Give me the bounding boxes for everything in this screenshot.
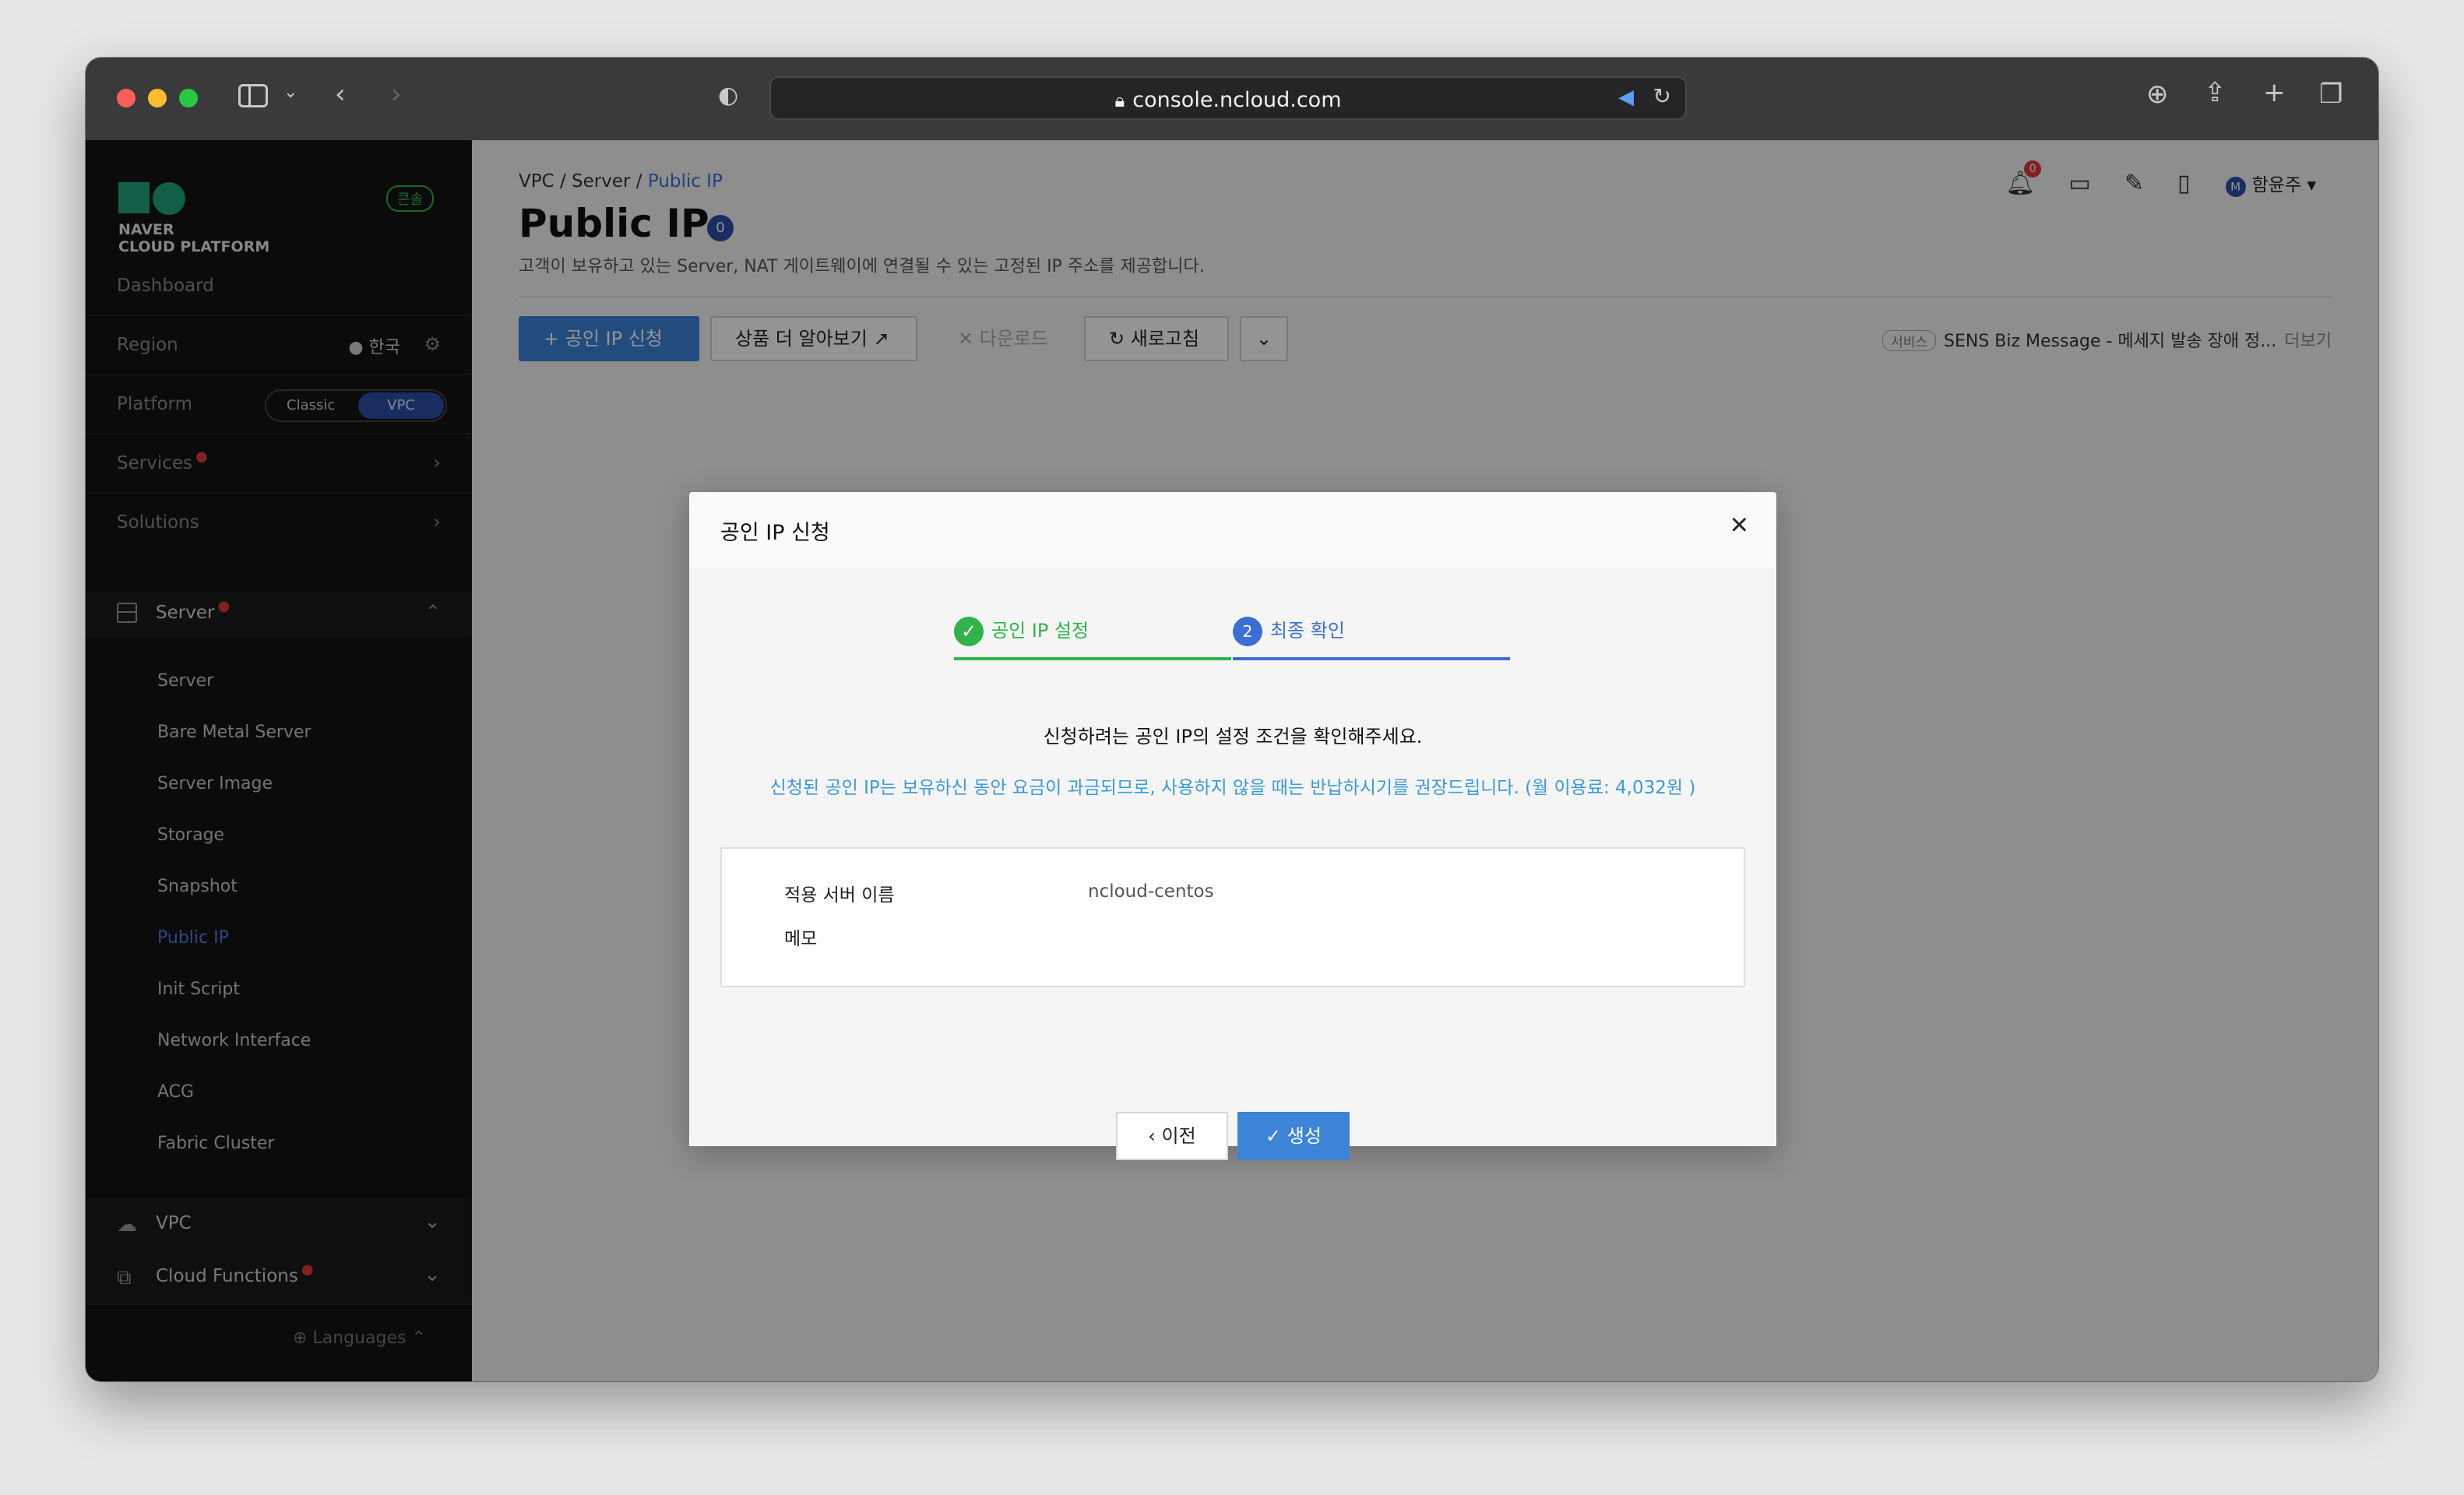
zoom-window-button[interactable] bbox=[179, 89, 198, 107]
step-number: 2 bbox=[1233, 617, 1262, 646]
modal-body: ✓ 공인 IP 설정 2 최종 확인 신청하려는 공인 IP의 설정 조건을 확인해… bbox=[689, 568, 1776, 1160]
memo-label: 메모 bbox=[784, 929, 818, 949]
summary-box: 적용 서버 이름 ncloud-centos 메모 bbox=[720, 847, 1745, 987]
check-icon: ✓ bbox=[1265, 1125, 1282, 1147]
prev-button[interactable]: ‹ 이전 bbox=[1116, 1112, 1228, 1160]
step-final-confirm: 2 최종 확인 bbox=[1233, 615, 1345, 646]
check-circle-icon: ✓ bbox=[954, 617, 984, 646]
browser-window: ⌄ ‹ › ◐ 🔒︎ console.ncloud.com ◀︎ ↻ ⊕ ⇪ + … bbox=[86, 58, 2378, 1381]
server-name-value: ncloud-centos bbox=[1088, 881, 1214, 902]
tabs-overview-icon[interactable]: ❐ bbox=[2319, 81, 2343, 107]
confirm-message: 신청하려는 공인 IP의 설정 조건을 확인해주세요. bbox=[1043, 726, 1423, 748]
speaker-icon[interactable]: ◀︎ bbox=[1618, 87, 1634, 107]
forward-icon[interactable]: › bbox=[391, 81, 402, 107]
download-icon[interactable]: ⊕ bbox=[2146, 81, 2169, 107]
back-icon[interactable]: ‹ bbox=[335, 81, 346, 107]
app-area: NAVER CLOUD PLATFORM 콘솔 Dashboard Region… bbox=[86, 140, 2378, 1381]
modal-title: 공인 IP 신청 bbox=[720, 521, 830, 545]
chevron-down-icon[interactable]: ⌄ bbox=[283, 84, 297, 101]
step-public-ip-settings[interactable]: ✓ 공인 IP 설정 bbox=[954, 615, 1089, 646]
new-tab-icon[interactable]: + bbox=[2263, 79, 2286, 106]
server-name-label: 적용 서버 이름 bbox=[784, 885, 895, 906]
url-text: console.ncloud.com bbox=[1132, 88, 1342, 112]
lock-icon: 🔒︎ bbox=[1114, 90, 1125, 111]
browser-toolbar: ⌄ ‹ › ◐ 🔒︎ console.ncloud.com ◀︎ ↻ ⊕ ⇪ + … bbox=[86, 58, 2378, 142]
step1-progress-line bbox=[954, 657, 1231, 660]
close-window-button[interactable] bbox=[117, 89, 136, 107]
address-bar[interactable]: 🔒︎ console.ncloud.com ◀︎ ↻ bbox=[769, 76, 1687, 120]
modal-header: 공인 IP 신청 × bbox=[689, 492, 1776, 570]
step2-progress-line bbox=[1233, 657, 1510, 660]
reload-icon[interactable]: ↻ bbox=[1653, 86, 1671, 107]
billing-info-message: 신청된 공인 IP는 보유하신 동안 요금이 과금되므로, 사용하지 않을 때는… bbox=[769, 778, 1696, 798]
close-icon[interactable]: × bbox=[1730, 509, 1748, 540]
public-ip-request-modal: 공인 IP 신청 × ✓ 공인 IP 설정 2 최종 확인 신청하려는 공인 IP의… bbox=[689, 492, 1776, 1160]
shield-icon[interactable]: ◐ bbox=[718, 84, 738, 107]
share-icon[interactable]: ⇪ bbox=[2204, 79, 2226, 106]
sidebar-toggle-icon[interactable] bbox=[238, 84, 268, 107]
minimize-window-button[interactable] bbox=[148, 89, 167, 107]
chevron-left-icon: ‹ bbox=[1148, 1125, 1156, 1147]
create-button[interactable]: ✓ 생성 bbox=[1237, 1112, 1350, 1160]
